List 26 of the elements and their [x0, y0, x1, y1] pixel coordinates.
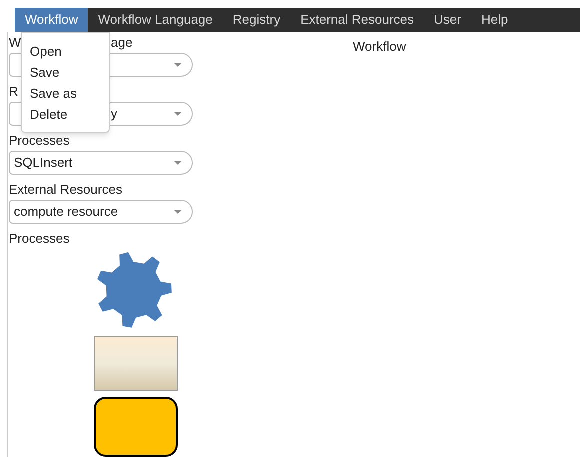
terminal-shape[interactable]: [94, 397, 178, 457]
menu-item[interactable]: Help: [471, 8, 518, 32]
caret-icon: [174, 161, 182, 165]
caret-icon: [174, 112, 182, 116]
field-label: Processes: [9, 133, 70, 148]
menu-option[interactable]: Save: [30, 62, 60, 83]
gear-icon[interactable]: [98, 252, 172, 328]
menu-item[interactable]: Registry: [222, 8, 291, 32]
menu-item[interactable]: External Resources: [290, 8, 424, 32]
select-field[interactable]: SQLInsert: [9, 151, 193, 175]
field-label: External Resources: [9, 182, 122, 197]
caret-icon: [174, 210, 182, 214]
field-label: age: [111, 35, 133, 50]
canvas-title: Workflow: [353, 38, 406, 53]
field-label: R: [9, 84, 18, 99]
menu-item[interactable]: Workflow Language: [88, 8, 223, 32]
task-shape[interactable]: [94, 336, 178, 391]
menu-option[interactable]: Delete: [30, 104, 68, 125]
menu-option[interactable]: Save as: [30, 83, 77, 104]
caret-icon: [174, 63, 182, 67]
menu-item[interactable]: Workflow: [15, 8, 88, 32]
palette-title: Processes: [9, 231, 70, 247]
menu-item[interactable]: User: [424, 8, 472, 32]
field-label: W: [9, 35, 22, 50]
menu-option[interactable]: Open: [30, 41, 62, 62]
select-field[interactable]: compute resource: [9, 200, 193, 224]
